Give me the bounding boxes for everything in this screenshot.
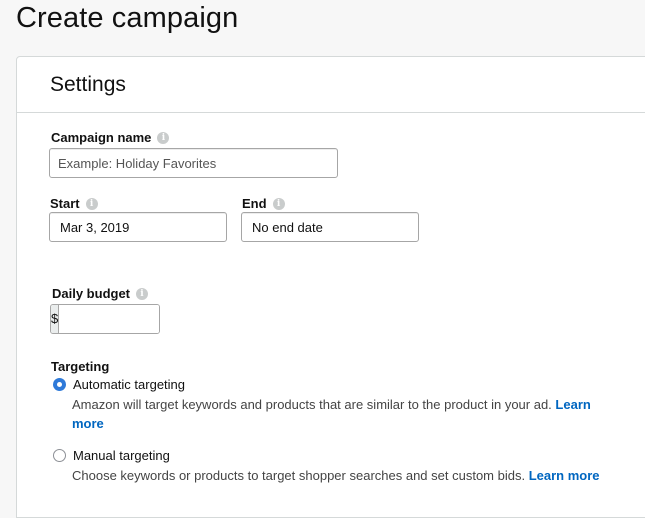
manual-targeting-label: Manual targeting: [73, 448, 170, 463]
manual-targeting-radio[interactable]: [53, 449, 66, 462]
end-label: End i: [242, 196, 285, 211]
manual-targeting-desc-text: Choose keywords or products to target sh…: [72, 468, 526, 483]
end-date-input[interactable]: [241, 212, 419, 242]
daily-budget-input[interactable]: [59, 305, 159, 333]
settings-card: Settings Campaign name i Start i End i D…: [16, 56, 645, 518]
page-title: Create campaign: [16, 2, 239, 34]
automatic-targeting-description: Amazon will target keywords and products…: [72, 395, 632, 433]
campaign-name-label: Campaign name i: [51, 130, 170, 145]
campaign-name-input[interactable]: [49, 148, 338, 178]
daily-budget-label-text: Daily budget: [52, 286, 131, 301]
settings-header: Settings: [17, 57, 645, 113]
learn-more-part1: Learn: [555, 397, 591, 412]
manual-learn-more-link[interactable]: Learn more: [529, 468, 600, 483]
automatic-targeting-option[interactable]: Automatic targeting: [53, 377, 185, 392]
manual-targeting-option[interactable]: Manual targeting: [53, 448, 170, 463]
start-date-input[interactable]: [49, 212, 227, 242]
info-icon[interactable]: i: [85, 197, 98, 210]
currency-prefix: $: [51, 305, 60, 333]
automatic-targeting-label: Automatic targeting: [73, 377, 186, 392]
campaign-name-label-text: Campaign name: [51, 130, 152, 145]
info-icon[interactable]: i: [272, 197, 285, 210]
settings-title: Settings: [50, 73, 126, 96]
automatic-targeting-radio[interactable]: [53, 378, 66, 391]
manual-targeting-description: Choose keywords or products to target sh…: [72, 466, 645, 485]
start-label: Start i: [50, 196, 98, 211]
info-icon[interactable]: i: [157, 131, 170, 144]
targeting-label: Targeting: [51, 359, 110, 374]
daily-budget-label: Daily budget i: [52, 286, 149, 301]
daily-budget-field: $: [50, 304, 160, 334]
info-icon[interactable]: i: [136, 287, 149, 300]
start-label-text: Start: [50, 196, 80, 211]
automatic-targeting-desc-text: Amazon will target keywords and products…: [72, 397, 552, 412]
end-label-text: End: [242, 196, 267, 211]
learn-more-part2: more: [72, 416, 104, 431]
